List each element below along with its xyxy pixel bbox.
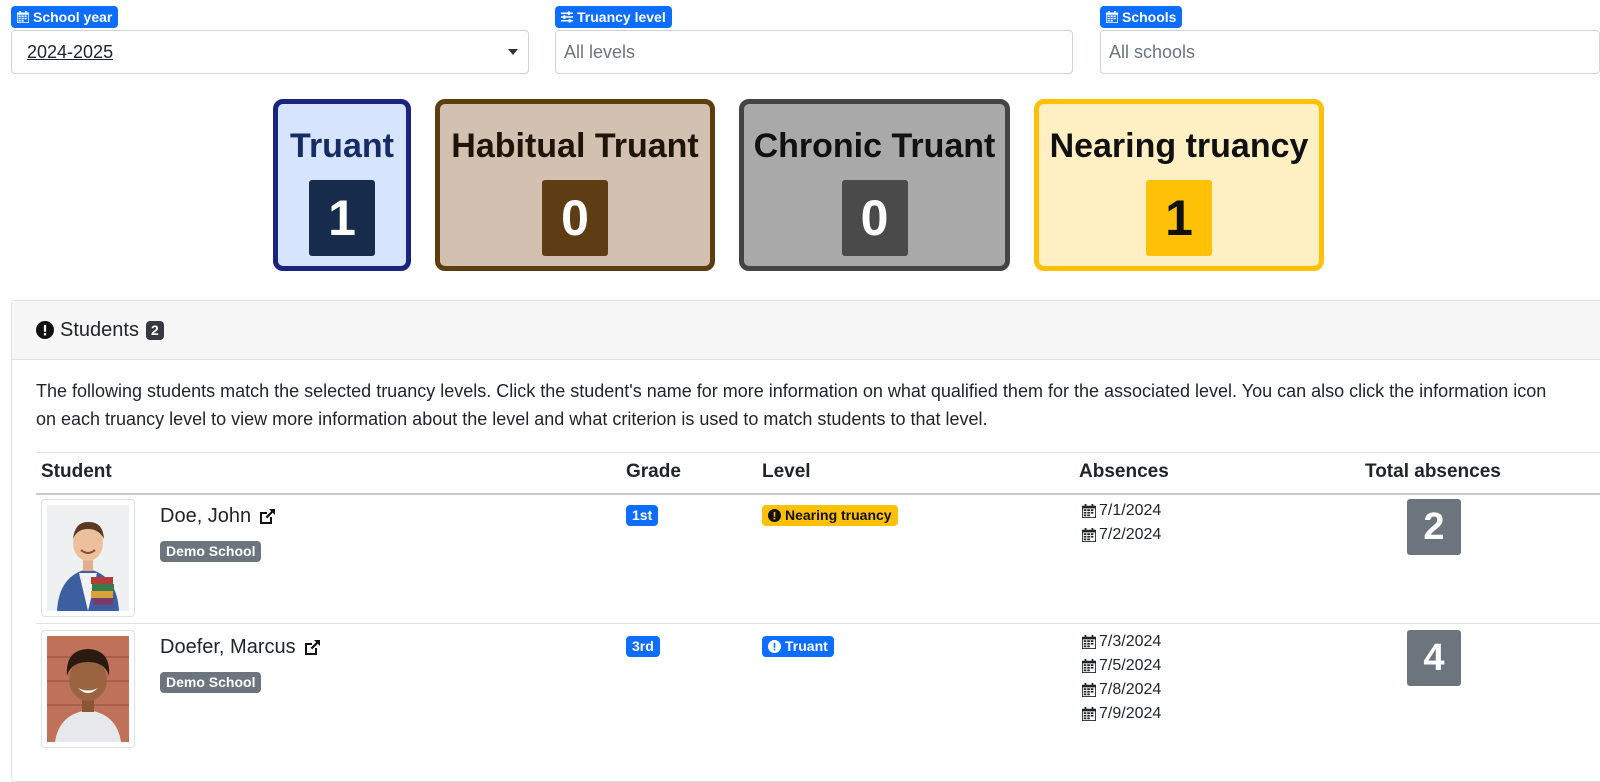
calendar-icon: [1082, 659, 1096, 673]
school-year-value: 2024-2025: [27, 41, 114, 62]
level-badge-label: Truant: [785, 638, 828, 654]
level-badge[interactable]: Nearing truancy: [762, 505, 898, 526]
col-header-absences[interactable]: Absences: [1079, 461, 1169, 483]
schools-label: Schools: [1100, 6, 1183, 28]
grade-badge: 1st: [626, 505, 659, 526]
card-truant[interactable]: Truant 1: [273, 99, 411, 271]
divider: [36, 452, 1600, 453]
schools-filter: Schools All schools: [1100, 6, 1600, 74]
student-photo: [41, 499, 135, 617]
card-title: Truant: [290, 127, 394, 165]
sliders-icon: [561, 11, 573, 23]
truancy-level-label: Truancy level: [555, 6, 672, 28]
total-absences-badge: 2: [1407, 499, 1461, 555]
student-photo: [41, 630, 135, 748]
school-year-filter: School year 2024-2025: [11, 6, 529, 74]
student-name: Doefer, Marcus: [160, 636, 296, 658]
absence-date-text: 7/5/2024: [1099, 657, 1162, 674]
external-link-icon: [304, 639, 320, 655]
school-badge: Demo School: [160, 672, 262, 693]
calendar-icon: [1082, 707, 1096, 721]
absence-date-text: 7/2/2024: [1099, 526, 1162, 543]
calendar-icon: [1082, 528, 1096, 542]
col-header-total-absences[interactable]: Total absences: [1365, 461, 1501, 483]
calendar-icon: [1082, 635, 1096, 649]
card-count: 1: [309, 180, 375, 256]
card-habitual-truant[interactable]: Habitual Truant 0: [435, 99, 715, 271]
student-name: Doe, John: [160, 505, 252, 527]
col-header-student[interactable]: Student: [41, 461, 112, 483]
truancy-level-select[interactable]: All levels: [555, 30, 1073, 74]
schools-label-text: Schools: [1122, 9, 1177, 25]
schools-select[interactable]: All schools: [1100, 30, 1600, 74]
absence-date: 7/5/2024: [1082, 654, 1161, 678]
absences-list: 7/3/2024 7/5/2024 7/8/2024 7/9/2024: [1082, 630, 1161, 726]
school-year-select[interactable]: 2024-2025: [11, 30, 529, 74]
student-photo-image: [47, 636, 129, 742]
students-count-badge: 2: [145, 320, 164, 340]
card-chronic-truant[interactable]: Chronic Truant 0: [739, 99, 1010, 271]
external-link-icon: [260, 508, 276, 524]
truancy-level-placeholder: All levels: [564, 41, 636, 62]
card-count: 1: [1146, 180, 1212, 256]
row-divider: [36, 623, 1600, 624]
col-header-grade[interactable]: Grade: [626, 461, 681, 483]
total-absences-badge: 4: [1407, 630, 1461, 686]
absences-list: 7/1/2024 7/2/2024: [1082, 499, 1161, 547]
card-title: Habitual Truant: [451, 127, 699, 165]
truancy-level-filter: Truancy level All levels: [555, 6, 1073, 74]
absence-date: 7/3/2024: [1082, 630, 1161, 654]
school-badge: Demo School: [160, 541, 262, 562]
student-photo-image: [47, 505, 129, 611]
student-name-link[interactable]: Doe, John: [160, 505, 277, 528]
level-badge-label: Nearing truancy: [785, 507, 892, 523]
absence-date-text: 7/9/2024: [1099, 705, 1162, 722]
card-count: 0: [841, 180, 908, 256]
absence-date: 7/8/2024: [1082, 678, 1161, 702]
absence-date-text: 7/1/2024: [1099, 502, 1162, 519]
calendar-icon: [1106, 11, 1118, 23]
calendar-icon: [1082, 504, 1096, 518]
col-header-level[interactable]: Level: [762, 461, 811, 483]
student-name-link[interactable]: Doefer, Marcus: [160, 636, 322, 659]
calendar-icon: [17, 11, 29, 23]
chevron-down-icon: [508, 49, 518, 55]
card-nearing-truancy[interactable]: Nearing truancy 1: [1034, 99, 1324, 271]
exclamation-circle-icon: [768, 640, 781, 653]
absence-date-text: 7/3/2024: [1099, 633, 1162, 650]
exclamation-circle-icon: [768, 509, 781, 522]
school-year-label-text: School year: [33, 9, 113, 25]
absence-date-text: 7/8/2024: [1099, 681, 1162, 698]
students-description: The following students match the selecte…: [36, 381, 1547, 429]
students-panel-title: Students: [60, 318, 139, 341]
card-title: Nearing truancy: [1049, 127, 1309, 165]
exclamation-circle-icon: [36, 321, 54, 339]
absence-date: 7/2/2024: [1082, 523, 1161, 547]
schools-placeholder: All schools: [1109, 41, 1196, 62]
grade-badge: 3rd: [626, 636, 660, 657]
school-year-label: School year: [11, 6, 119, 28]
students-panel-header: Students 2: [12, 301, 1600, 360]
header-divider: [36, 493, 1600, 495]
level-badge[interactable]: Truant: [762, 636, 834, 657]
calendar-icon: [1082, 683, 1096, 697]
students-panel: Students 2 The following students match …: [11, 300, 1600, 782]
card-count: 0: [542, 180, 608, 256]
truancy-level-label-text: Truancy level: [577, 9, 666, 25]
absence-date: 7/1/2024: [1082, 499, 1161, 523]
absence-date: 7/9/2024: [1082, 702, 1161, 726]
card-title: Chronic Truant: [753, 127, 996, 165]
